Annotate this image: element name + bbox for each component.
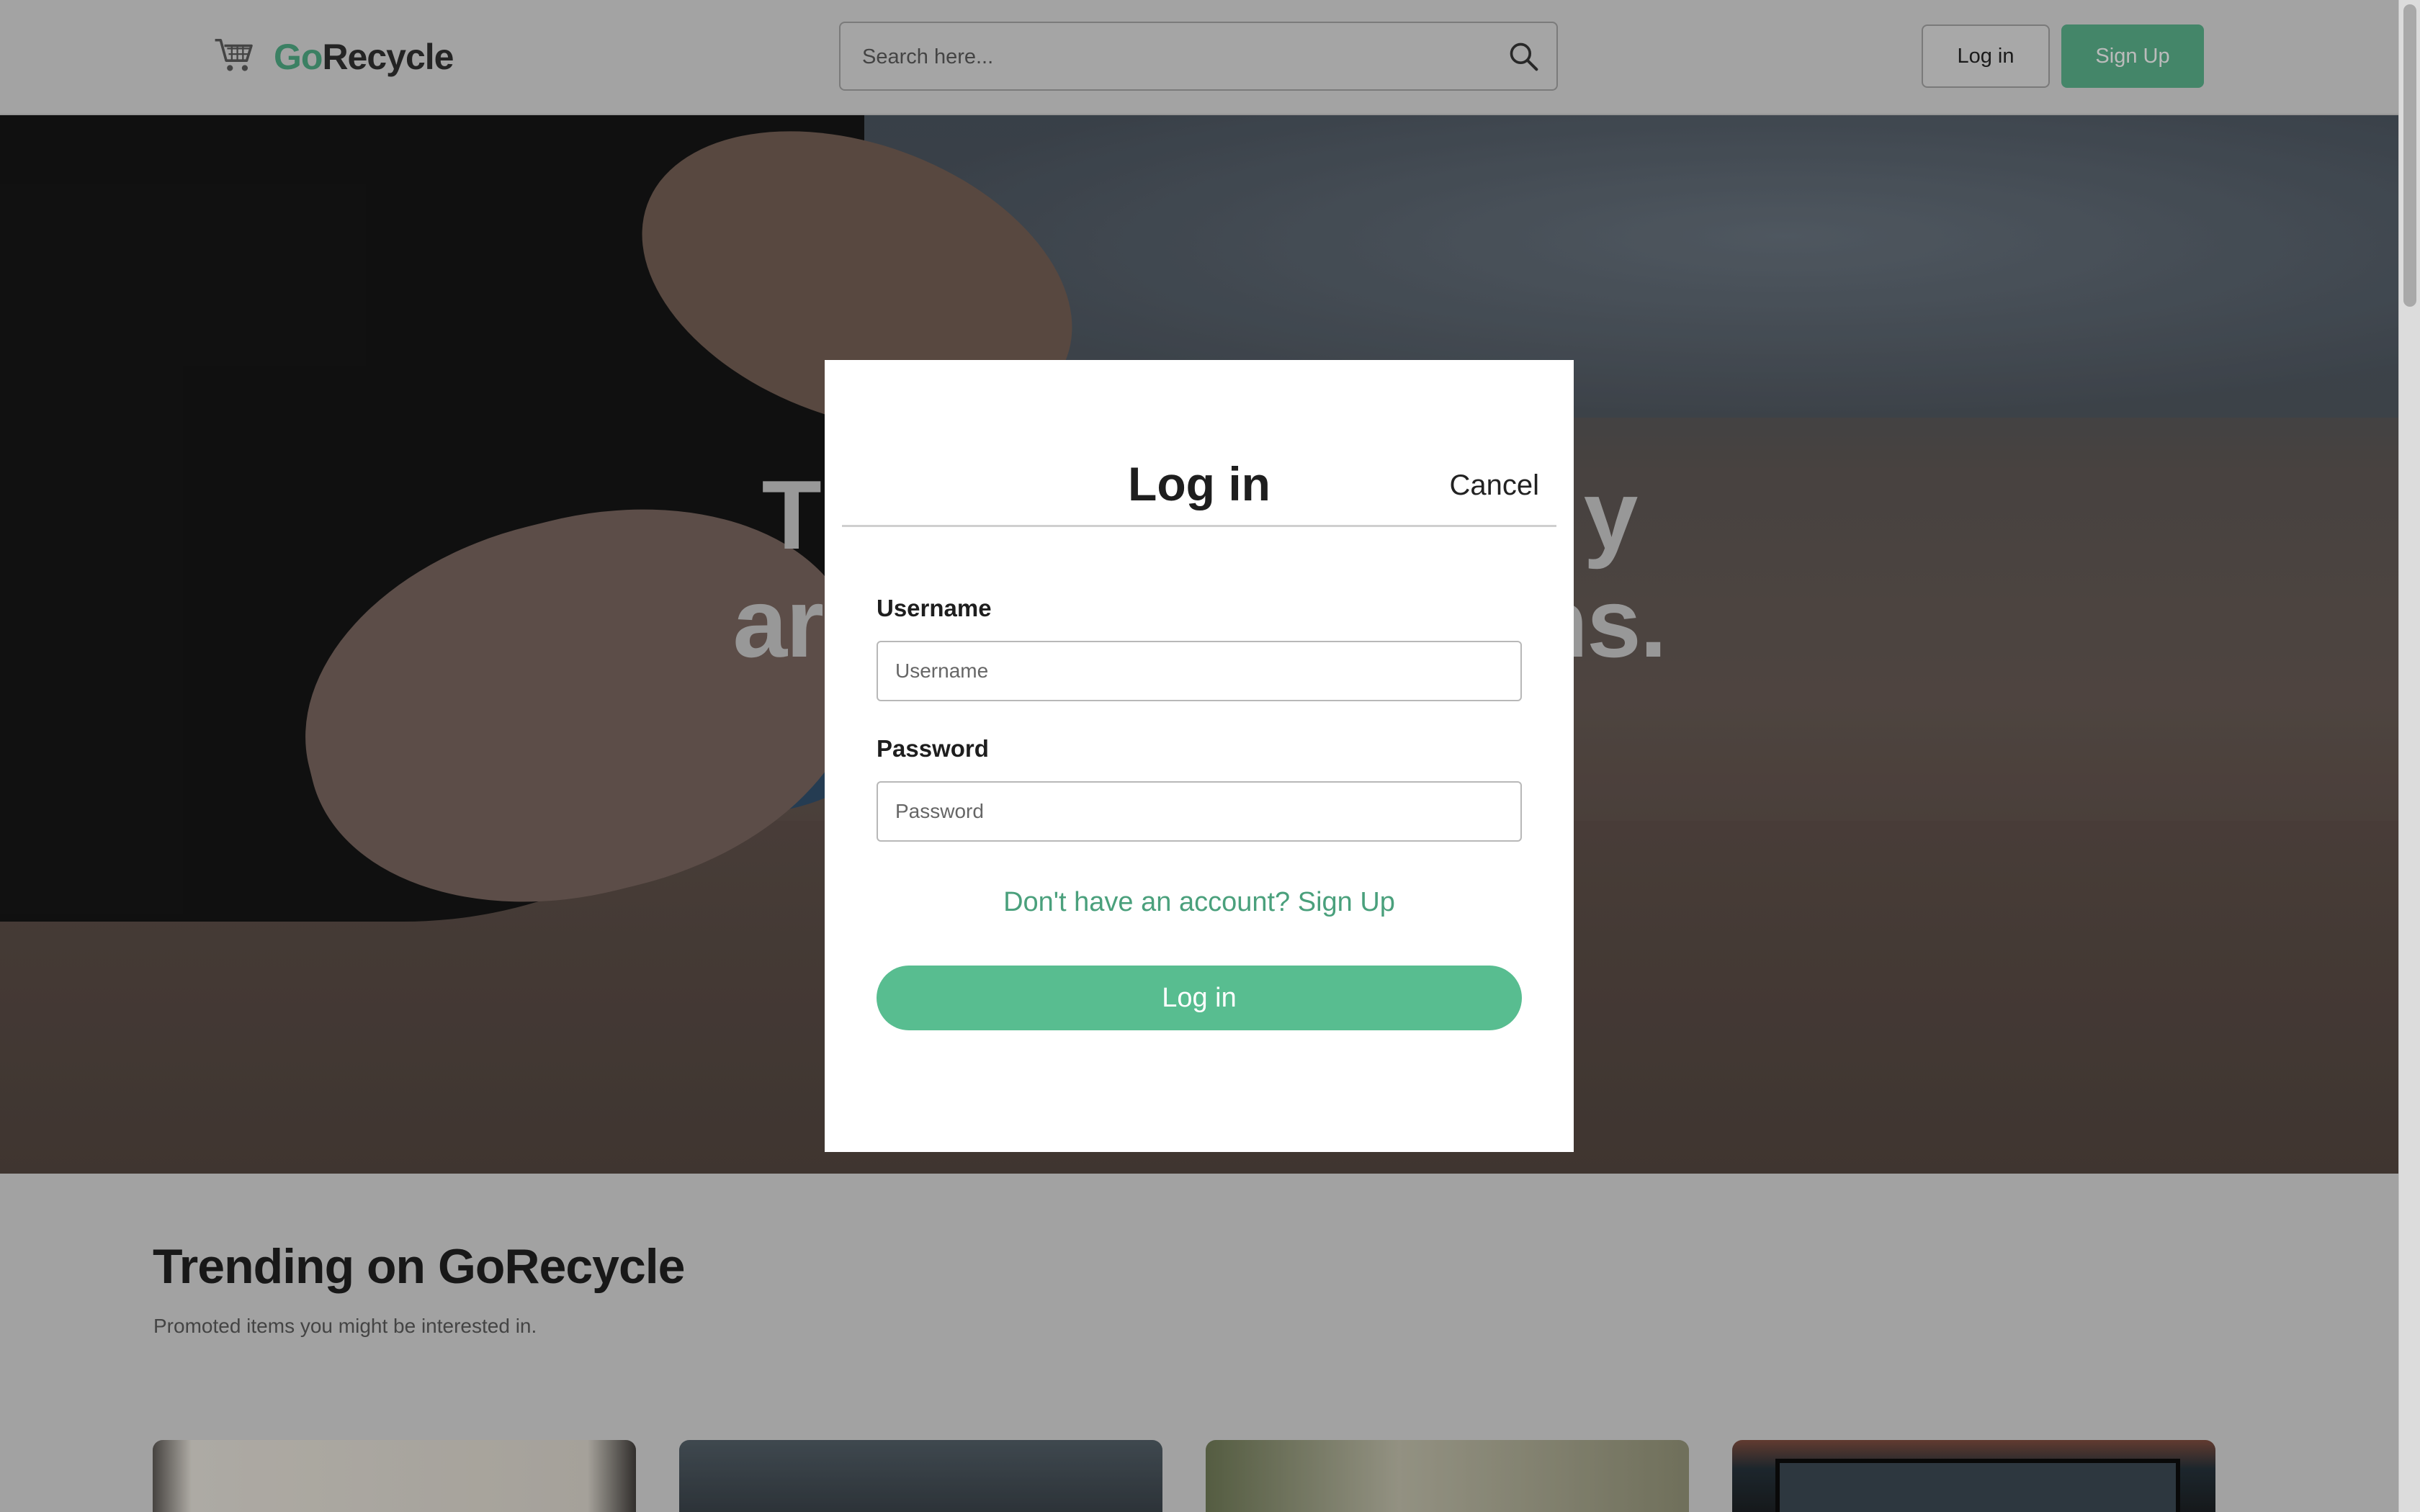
username-field[interactable] [877,641,1522,701]
password-field[interactable] [877,781,1522,842]
cancel-button[interactable]: Cancel [1449,469,1539,502]
password-label: Password [877,735,989,762]
login-submit-button[interactable]: Log in [877,966,1522,1030]
page-scrollbar[interactable] [2398,0,2420,1512]
signup-link[interactable]: Don't have an account? Sign Up [825,887,1574,918]
username-label: Username [877,595,992,621]
login-modal: Log in Cancel Username Password Don't ha… [825,360,1574,1152]
scrollbar-thumb[interactable] [2403,4,2416,307]
modal-divider [842,525,1556,527]
